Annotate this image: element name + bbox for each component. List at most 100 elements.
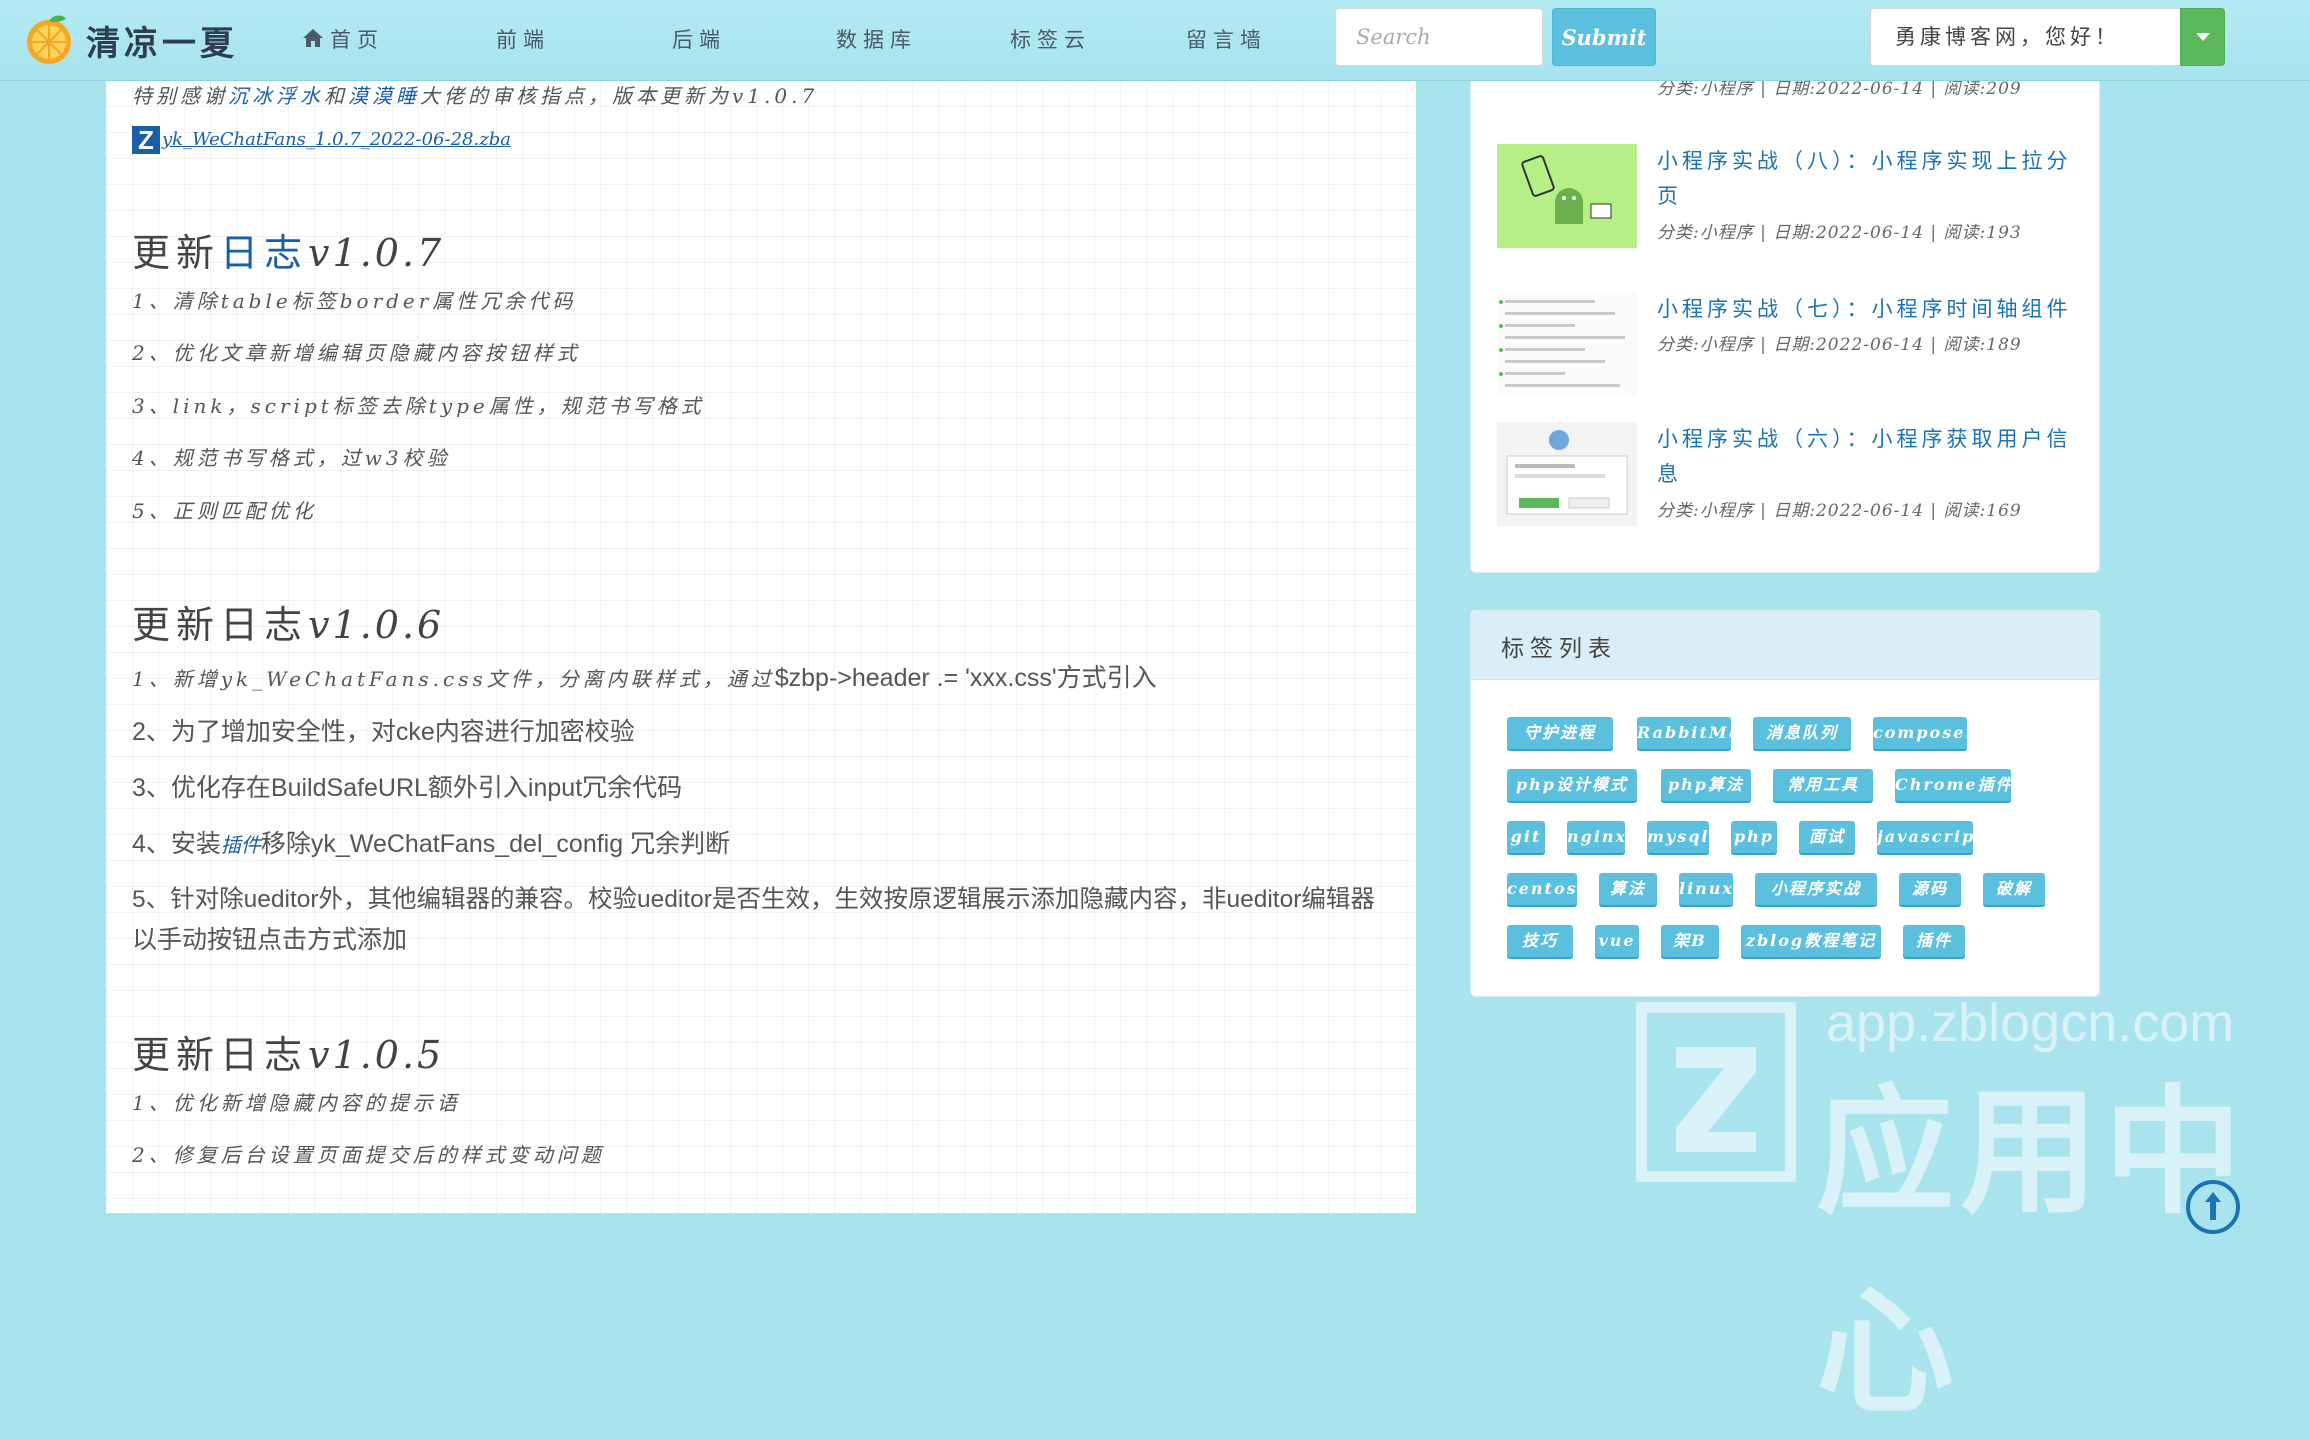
tag[interactable]: 破解: [1983, 873, 2045, 905]
changelog-item: 4、规范书写格式，过w3校验: [132, 446, 451, 470]
nav-item-message-wall[interactable]: 留言墙: [1186, 20, 1267, 60]
tags-card: 标签列表 守护进程 RabbitMq 消息队列 composer php设计模式…: [1470, 610, 2100, 997]
changelog-item: 4、安装插件移除yk_WeChatFans_del_config 冗余判断: [132, 824, 730, 860]
text: 志: [264, 1033, 309, 1077]
text: 日: [220, 231, 265, 275]
post-title[interactable]: 小程序实战（七）：小程序时间轴组件: [1657, 292, 2077, 327]
tag[interactable]: 常用工具: [1773, 769, 1873, 801]
tag[interactable]: Chrome插件: [1895, 769, 2012, 801]
tag[interactable]: 消息队列: [1753, 717, 1851, 749]
changelog-item: 3、优化存在BuildSafeURL额外引入input冗余代码: [132, 774, 683, 802]
nav-item-backend[interactable]: 后端: [672, 20, 726, 60]
tag[interactable]: composer: [1873, 717, 1974, 749]
tag[interactable]: 小程序实战: [1755, 873, 1877, 905]
text: 移除yk_WeChatFans_del_config 冗余判断: [260, 830, 731, 858]
post-title[interactable]: 小程序实战（八）：小程序实现上拉分页: [1657, 144, 2077, 214]
reviewer-link[interactable]: 沉冰浮水: [228, 84, 324, 108]
tag[interactable]: zblog教程笔记: [1741, 925, 1881, 957]
watermark-text: 应用中心: [1816, 1072, 2249, 1433]
post-meta: 分类:小程序 | 日期:2022-06-14 | 阅读:189: [1657, 335, 2022, 355]
tag[interactable]: php设计模式: [1507, 769, 1637, 801]
caret-down-icon: [2196, 33, 2210, 41]
zblog-file-icon: Z: [132, 126, 160, 154]
tag[interactable]: vue: [1595, 925, 1639, 957]
tag[interactable]: php: [1731, 821, 1777, 853]
changelog-item: 2、优化文章新增编辑页隐藏内容按钮样式: [132, 341, 581, 365]
text: 日: [220, 603, 265, 647]
tag[interactable]: nginx: [1567, 821, 1625, 853]
changelog-item: 1、清除table标签border属性冗余代码: [132, 289, 577, 313]
post-title[interactable]: 小程序实战（六）：小程序获取用户信息: [1657, 422, 2077, 492]
tag[interactable]: RabbitMq: [1637, 717, 1740, 749]
text: 日: [220, 1033, 265, 1077]
changelog-item: 1、优化新增隐藏内容的提示语: [132, 1091, 461, 1115]
back-to-top-button[interactable]: [2186, 1180, 2240, 1234]
changelog-heading: 更新日志v1.0.5: [132, 1024, 444, 1079]
tag[interactable]: 守护进程: [1507, 717, 1613, 749]
recent-posts-card: 分类:小程序 | 日期:2022-06-14 | 阅读:209 小程序实战（八）…: [1470, 0, 2100, 573]
text: $zbp->header .= 'xxx.css'方式引入: [774, 664, 1157, 692]
post-thumbnail: [1497, 144, 1637, 248]
nav-item-home[interactable]: 首页: [302, 20, 384, 60]
text: 志: [264, 231, 309, 275]
post-thumbnail: [1497, 422, 1637, 526]
tag[interactable]: 架B: [1661, 925, 1719, 957]
thanks-line: 特别感谢沉冰浮水和漠漠睡大佬的审核指点，版本更新为v1.0.7: [132, 80, 818, 109]
nav-item-label: 后端: [672, 28, 726, 52]
plugin-link[interactable]: 插件: [221, 833, 261, 857]
text: 更新: [132, 1033, 221, 1077]
text: 1、新增yk_WeChatFans.css文件，分离内联样式，通过: [132, 667, 775, 691]
article-content: 特别感谢沉冰浮水和漠漠睡大佬的审核指点，版本更新为v1.0.7 Zyk_WeCh…: [106, 80, 1416, 1213]
greeting-dropdown-toggle[interactable]: [2180, 8, 2225, 66]
tag[interactable]: 插件: [1903, 925, 1965, 957]
nav-item-frontend[interactable]: 前端: [496, 20, 550, 60]
post-thumbnail: [1497, 292, 1637, 396]
text: 志: [264, 603, 309, 647]
text: 和: [324, 84, 348, 108]
greeting-box: 勇康博客网，您好！: [1870, 8, 2180, 66]
tag[interactable]: git: [1507, 821, 1545, 853]
tag[interactable]: php算法: [1661, 769, 1751, 801]
reviewer-link[interactable]: 漠漠睡: [348, 84, 420, 108]
arrow-up-shaft: [2210, 1200, 2216, 1220]
tag[interactable]: mysql: [1647, 821, 1709, 853]
orange-logo-icon: [27, 15, 71, 64]
text: 4、安装: [132, 830, 221, 858]
tag[interactable]: 源码: [1899, 873, 1961, 905]
nav-item-label: 前端: [496, 28, 550, 52]
tag[interactable]: javascript: [1877, 821, 1983, 853]
changelog-item: 5、针对除ueditor外，其他编辑器的兼容。校验ueditor是否生效，生效按…: [132, 886, 1375, 913]
tag[interactable]: linux: [1679, 873, 1733, 905]
navbar: 清凉一夏 首页 前端 后端 数据库 标签云 留言墙 Submit 勇康博客网，您…: [0, 0, 2310, 81]
changelog-item: 1、新增yk_WeChatFans.css文件，分离内联样式，通过$zbp->h…: [132, 658, 1157, 694]
post-meta: 分类:小程序 | 日期:2022-06-14 | 阅读:169: [1657, 501, 2022, 521]
changelog-item: 2、为了增加安全性，对cke内容进行加密校验: [132, 718, 635, 746]
nav-item-label: 首页: [330, 28, 384, 52]
changelog-item: 3、link，script标签去除type属性，规范书写格式: [132, 394, 705, 418]
logo-text: 清凉一夏: [86, 23, 238, 64]
text: 更新: [132, 231, 221, 275]
tag[interactable]: 算法: [1599, 873, 1657, 905]
version: v1.0.6: [308, 603, 445, 647]
nav-item-tag-cloud[interactable]: 标签云: [1010, 20, 1091, 60]
version: v1.0.5: [308, 1033, 445, 1077]
nav-item-database[interactable]: 数据库: [836, 20, 917, 60]
zblog-z-logo-icon: [1636, 1002, 1796, 1182]
changelog-item: 5、正则匹配优化: [132, 499, 317, 523]
tags-card-title: 标签列表: [1501, 636, 1617, 662]
nav-item-label: 数据库: [836, 28, 917, 52]
text: 特别感谢: [132, 84, 228, 108]
tags-card-header: 标签列表: [1471, 611, 2099, 680]
tag[interactable]: 面试: [1799, 821, 1855, 853]
zip-download[interactable]: Zyk_WeChatFans_1.0.7_2022-06-28.zba: [132, 126, 511, 154]
text: 更新: [132, 603, 221, 647]
search-submit-button[interactable]: Submit: [1552, 8, 1656, 66]
zip-file-link[interactable]: yk_WeChatFans_1.0.7_2022-06-28.zba: [162, 129, 511, 150]
version: v1.0.7: [308, 231, 445, 275]
tag[interactable]: 技巧: [1507, 925, 1573, 957]
post-meta: 分类:小程序 | 日期:2022-06-14 | 阅读:193: [1657, 223, 2022, 243]
tag[interactable]: centos: [1507, 873, 1577, 905]
site-logo[interactable]: 清凉一夏: [22, 12, 238, 68]
search-input[interactable]: [1335, 8, 1543, 66]
changelog-heading: 更新日志v1.0.6: [132, 594, 444, 649]
